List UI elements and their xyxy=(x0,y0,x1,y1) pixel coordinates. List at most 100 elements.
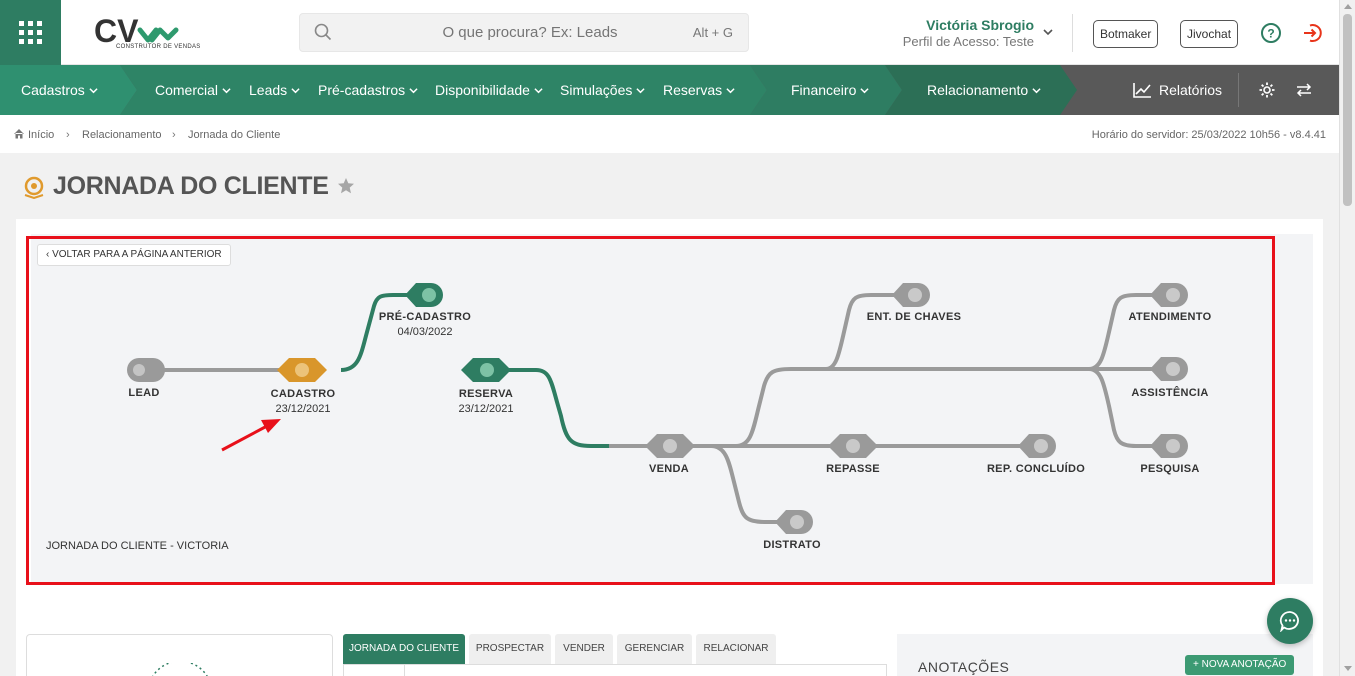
path-venda-posvenda xyxy=(735,367,1171,448)
swap-icon[interactable] xyxy=(1296,83,1312,97)
nav-leads[interactable]: Leads xyxy=(249,65,300,115)
apps-grid-icon xyxy=(19,21,42,44)
node-cadastro-date: 23/12/2021 xyxy=(275,403,331,415)
node-cadastro-marker[interactable] xyxy=(277,358,327,382)
node-precadastro-marker[interactable] xyxy=(405,283,443,307)
chevron-down-icon xyxy=(409,88,418,94)
nav-reports-label: Relatórios xyxy=(1159,82,1223,98)
global-search[interactable]: Alt + G xyxy=(299,13,749,52)
node-lead-label: LEAD xyxy=(128,387,160,399)
user-name: Victória Sbrogio xyxy=(926,17,1034,33)
chevron-down-icon xyxy=(726,88,735,94)
chevron-down-icon xyxy=(89,88,98,94)
header-divider xyxy=(1072,14,1073,52)
nav-simulacoes[interactable]: Simulações xyxy=(560,65,645,115)
nav-financeiro[interactable]: Financeiro xyxy=(791,65,869,115)
tab-prospectar[interactable]: PROSPECTAR xyxy=(469,634,551,664)
chevron-down-icon xyxy=(222,88,231,94)
node-repconcluido-label: REP. CONCLUÍDO xyxy=(986,463,1086,475)
node-entchaves-marker[interactable] xyxy=(892,283,930,307)
chevron-down-icon xyxy=(1032,88,1041,94)
node-assistencia-label: ASSISTÊNCIA xyxy=(1131,387,1209,399)
nav-divider xyxy=(1238,73,1239,107)
tab-gerenciar[interactable]: GERENCIAR xyxy=(617,634,692,664)
node-precadastro-date: 04/03/2022 xyxy=(397,326,453,338)
search-input[interactable] xyxy=(340,14,670,51)
nav-label: Relacionamento xyxy=(927,82,1029,98)
scroll-thumb[interactable] xyxy=(1343,14,1352,206)
breadcrumb-relacionamento[interactable]: Relacionamento xyxy=(82,129,162,141)
journey-icon xyxy=(24,176,44,199)
annotation-arrow xyxy=(221,419,281,452)
breadcrumb-current: Jornada do Cliente xyxy=(188,129,281,141)
nav-comercial[interactable]: Comercial xyxy=(155,65,231,115)
path-distrato xyxy=(710,444,796,524)
progress-ring xyxy=(152,663,208,676)
chevron-down-icon[interactable] xyxy=(1042,26,1054,38)
page-scrollbar[interactable] xyxy=(1339,0,1355,676)
new-note-button[interactable]: + NOVA ANOTAÇÃO xyxy=(1185,655,1295,675)
node-distrato-label: DISTRATO xyxy=(763,539,821,551)
nav-label: Comercial xyxy=(155,82,219,98)
jivochat-button[interactable]: Jivochat xyxy=(1180,20,1239,48)
breadcrumb-separator: › xyxy=(66,129,70,141)
breadcrumb: Início › Relacionamento › Jornada do Cli… xyxy=(0,115,1339,153)
node-reserva-marker[interactable] xyxy=(461,358,511,382)
journey-map xyxy=(127,283,1188,534)
main-nav: Cadastros Comercial Leads Pré-cadastros … xyxy=(0,65,1339,115)
node-assistencia-marker[interactable] xyxy=(1150,357,1188,381)
back-button-label: VOLTAR PARA A PÁGINA ANTERIOR xyxy=(52,249,222,260)
botmaker-button[interactable]: Botmaker xyxy=(1093,20,1159,48)
chat-icon xyxy=(1279,611,1299,632)
star-icon[interactable] xyxy=(337,177,355,195)
nav-pre-cadastros[interactable]: Pré-cadastros xyxy=(318,65,418,115)
search-icon xyxy=(314,23,332,41)
help-icon[interactable]: ? xyxy=(1260,22,1282,44)
nav-label: Cadastros xyxy=(21,82,85,98)
nav-label: Disponibilidade xyxy=(435,82,530,98)
line-chart-icon xyxy=(1133,83,1151,98)
apps-menu-button[interactable] xyxy=(0,0,61,65)
nav-label: Financeiro xyxy=(791,82,857,98)
chat-button[interactable] xyxy=(1267,598,1313,644)
nav-cadastros[interactable]: Cadastros xyxy=(21,65,98,115)
node-repconcluido-marker[interactable] xyxy=(1018,434,1056,458)
node-repasse-marker[interactable] xyxy=(828,434,878,458)
nav-disponibilidade[interactable]: Disponibilidade xyxy=(435,65,543,115)
tab-jornada-do-cliente[interactable]: JORNADA DO CLIENTE xyxy=(343,634,465,664)
user-role: Perfil de Acesso: Teste xyxy=(902,34,1034,49)
node-entchaves-label: ENT. DE CHAVES xyxy=(866,311,962,323)
chevron-down-icon xyxy=(636,88,645,94)
nav-reports[interactable]: Relatórios xyxy=(1133,65,1222,115)
tab-relacionar[interactable]: RELACIONAR xyxy=(696,634,776,664)
breadcrumb-home[interactable]: Início xyxy=(28,129,54,141)
tab-vender[interactable]: VENDER xyxy=(555,634,613,664)
home-icon[interactable] xyxy=(13,128,25,139)
logout-icon[interactable] xyxy=(1302,22,1324,44)
nav-reservas[interactable]: Reservas xyxy=(663,65,735,115)
breadcrumb-separator: › xyxy=(172,129,176,141)
chevron-down-icon xyxy=(534,88,543,94)
gear-icon[interactable] xyxy=(1258,81,1276,99)
journey-caption: JORNADA DO CLIENTE - VICTORIA xyxy=(46,540,229,552)
node-atendimento-marker[interactable] xyxy=(1150,283,1188,307)
chevron-down-icon xyxy=(291,88,300,94)
node-venda-marker[interactable] xyxy=(645,434,695,458)
notes-title: ANOTAÇÕES xyxy=(918,659,1010,675)
node-precadastro-label: PRÉ-CADASTRO xyxy=(378,311,472,323)
path-entchaves xyxy=(825,293,911,371)
server-time: Horário do servidor: 25/03/2022 10h56 - … xyxy=(1091,129,1326,141)
page-title: JORNADA DO CLIENTE xyxy=(53,172,329,200)
user-menu[interactable]: Victória Sbrogio Perfil de Acesso: Teste xyxy=(880,17,1060,49)
back-button[interactable]: ‹ VOLTAR PARA A PÁGINA ANTERIOR xyxy=(37,244,231,266)
node-lead-marker[interactable] xyxy=(127,358,165,382)
node-distrato-marker[interactable] xyxy=(775,510,813,534)
scroll-down-arrow[interactable] xyxy=(1344,666,1352,671)
nav-label: Leads xyxy=(249,82,288,98)
node-reserva-label: RESERVA xyxy=(458,388,514,400)
node-pesquisa-marker[interactable] xyxy=(1150,434,1188,458)
node-cadastro-label: CADASTRO xyxy=(270,388,336,400)
node-pesquisa-label: PESQUISA xyxy=(1140,463,1200,475)
scroll-up-arrow[interactable] xyxy=(1344,4,1352,9)
nav-relacionamento[interactable]: Relacionamento xyxy=(927,65,1041,115)
